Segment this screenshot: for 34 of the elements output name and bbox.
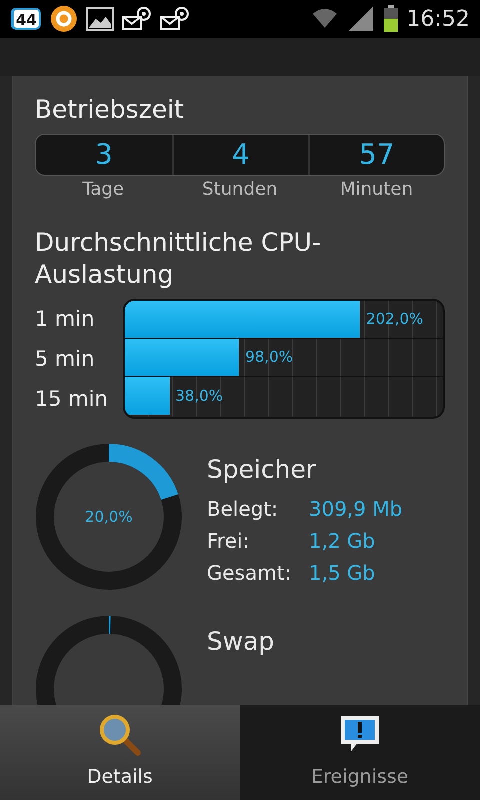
stat-label: Belegt: (207, 496, 280, 522)
email-icon (160, 6, 190, 32)
notification-count: 44 (16, 11, 37, 29)
stat-label: Gesamt: (207, 560, 293, 586)
section-heading: Speicher (207, 454, 318, 486)
tab[interactable]: Details (0, 705, 240, 800)
cpu-reading: 202,0% (365, 309, 424, 330)
magnifier-icon (98, 713, 142, 758)
uptime-value: 57 (359, 137, 395, 173)
uptime-value: 3 (95, 137, 113, 173)
image-icon (86, 7, 114, 31)
signal-icon (346, 6, 375, 32)
uptime-unit: Tage (82, 179, 124, 200)
section-heading: Betriebszeit (35, 94, 186, 126)
stat-label: Frei: (207, 528, 250, 554)
email-icon (122, 6, 152, 32)
cpu-reading: 98,0% (244, 347, 294, 368)
donut-reading: 20,0% (85, 506, 133, 528)
cpu-reading: 38,0% (174, 386, 224, 407)
cpu-interval-label: 5 min (35, 346, 96, 373)
cpu-interval-label: 1 min (35, 306, 96, 333)
uptime-unit: Minuten (340, 179, 414, 200)
tab[interactable]: Ereignisse (240, 705, 480, 800)
stat-value: 309,9 Mb (309, 496, 403, 522)
stat-value: 1,2 Gb (309, 528, 376, 554)
cpu-interval-label: 15 min (35, 386, 109, 413)
battery-icon (382, 5, 399, 33)
ring-app-icon (50, 5, 78, 33)
clock-time: 16:52 (406, 6, 470, 34)
uptime-value: 4 (232, 137, 250, 173)
section-heading: Swap (207, 626, 275, 658)
stat-value: 1,5 Gb (309, 560, 376, 586)
uptime-unit: Stunden (202, 179, 278, 200)
section-heading: Durchschnittliche CPU-Auslastung (35, 227, 322, 291)
